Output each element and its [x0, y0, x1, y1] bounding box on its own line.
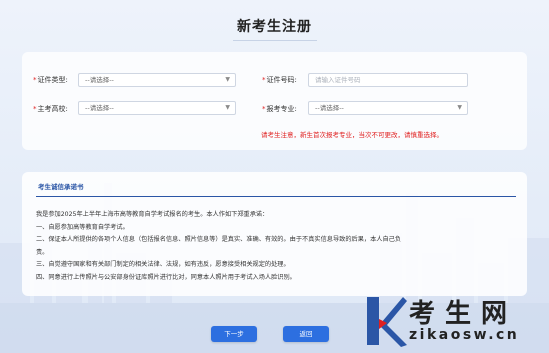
title-divider	[233, 40, 317, 41]
promise-heading: 考生诚信承诺书	[38, 183, 84, 191]
k-logo-icon	[367, 297, 407, 347]
promise-line: 四、同意进行上传照片与公安部身份证库照片进行比对，同意本人照片用于考试入场人脸识…	[36, 273, 296, 281]
watermark-text: 考生网	[409, 299, 518, 329]
chevron-down-icon: ▼	[225, 76, 230, 83]
page-title: 新考生注册	[237, 19, 312, 35]
promise-line: 责。	[36, 248, 49, 256]
promise-line: 三、自觉遵守国家和有关部门制定的相关法律、法规，如有违反，愿意接受相关规定的处理…	[36, 261, 290, 268]
major-select[interactable]: --请选择-- ▼	[308, 101, 468, 115]
chevron-down-icon: ▼	[225, 104, 230, 111]
promise-line: 我是参加2025年上半年上海市高等教育自学考试报名的考生。本人作如下郑重承诺：	[36, 211, 269, 218]
next-button[interactable]: 下一步	[211, 326, 257, 342]
id-number-label: *证件号码:	[262, 76, 297, 84]
id-type-select[interactable]: --请选择-- ▼	[78, 73, 236, 87]
id-number-input[interactable]	[315, 74, 461, 86]
id-type-label: *证件类型:	[33, 76, 68, 84]
warning-text: 请考生注意，新生首次报考专业，当次不可更改，请慎重选择。	[261, 131, 443, 139]
back-button[interactable]: 返回	[283, 326, 329, 342]
school-label: *主考高校:	[33, 105, 68, 113]
school-select[interactable]: --请选择-- ▼	[78, 101, 236, 115]
promise-divider	[36, 196, 516, 197]
promise-body: 我是参加2025年上半年上海市高等教育自学考试报名的考生。本人作如下郑重承诺： …	[36, 209, 506, 284]
id-number-field[interactable]	[308, 73, 468, 87]
chevron-down-icon: ▼	[457, 104, 462, 111]
promise-line: 一、自愿参加高等教育自学考试。	[36, 223, 129, 231]
promise-line: 二、保证本人所提供的各项个人信息（包括报名信息、照片信息等）是真实、准确、有效的…	[36, 236, 402, 243]
watermark-logo: 考生网 zikaosw.cn	[361, 291, 549, 353]
major-label: *报考专业:	[262, 105, 297, 113]
watermark-url: zikaosw.cn	[409, 327, 520, 343]
